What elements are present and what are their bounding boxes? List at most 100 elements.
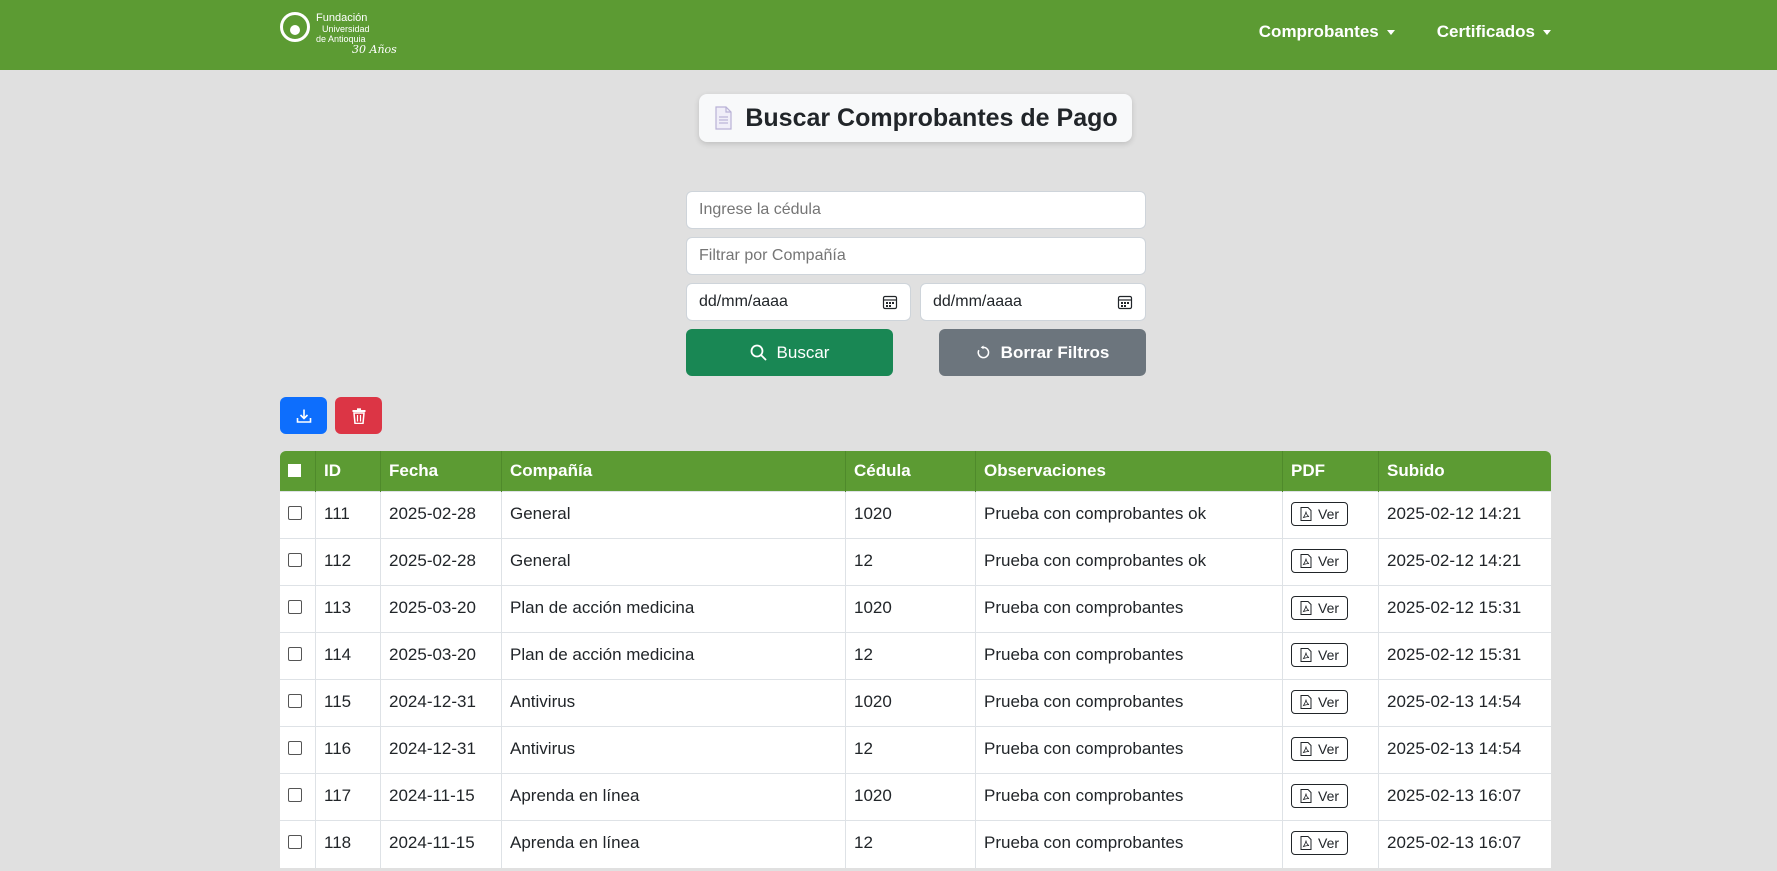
date-to-value: dd/mm/aaaa xyxy=(933,293,1022,310)
cell-id: 114 xyxy=(315,632,381,680)
cell-subido: 2025-02-12 14:21 xyxy=(1378,538,1551,586)
select-all-checkbox[interactable] xyxy=(288,463,301,477)
table-row[interactable]: 116 2024-12-31 Antivirus 12 Prueba con c… xyxy=(280,726,1551,774)
cell-fecha: 2025-02-28 xyxy=(380,538,502,586)
cell-id: 115 xyxy=(315,679,381,727)
calendar-icon[interactable] xyxy=(882,294,898,310)
row-select-cell xyxy=(280,491,316,539)
logo[interactable]: Fundación Universidad de Antioquia 30 Añ… xyxy=(280,10,400,56)
cell-compania: General xyxy=(501,538,846,586)
table-row[interactable]: 112 2025-02-28 General 12 Prueba con com… xyxy=(280,538,1551,586)
cell-observaciones: Prueba con comprobantes xyxy=(975,679,1283,727)
calendar-icon[interactable] xyxy=(1117,294,1133,310)
ver-pdf-button[interactable]: Ver xyxy=(1291,596,1349,620)
borrar-filtros-button[interactable]: Borrar Filtros xyxy=(939,329,1146,376)
caret-down-icon xyxy=(1386,29,1395,35)
header-observaciones[interactable]: Observaciones xyxy=(975,451,1283,492)
table-row[interactable]: 113 2025-03-20 Plan de acción medicina 1… xyxy=(280,585,1551,633)
date-from-input[interactable]: dd/mm/aaaa xyxy=(686,283,911,321)
pdf-file-icon xyxy=(1300,507,1312,521)
row-checkbox[interactable] xyxy=(288,553,302,567)
cell-id: 118 xyxy=(315,820,381,868)
table-body: 111 2025-02-28 General 1020 Prueba con c… xyxy=(280,491,1551,868)
cell-compania: Aprenda en línea xyxy=(501,820,846,868)
row-select-cell xyxy=(280,538,316,586)
cell-id: 117 xyxy=(315,773,381,821)
select-all-header xyxy=(280,451,316,492)
reset-icon xyxy=(977,345,989,359)
pdf-file-icon xyxy=(1300,789,1312,803)
cell-pdf: Ver xyxy=(1282,491,1379,539)
table-row[interactable]: 117 2024-11-15 Aprenda en línea 1020 Pru… xyxy=(280,773,1551,821)
ver-pdf-button[interactable]: Ver xyxy=(1291,643,1349,667)
row-checkbox[interactable] xyxy=(288,835,302,849)
row-checkbox[interactable] xyxy=(288,694,302,708)
nav-comprobantes-dropdown[interactable]: Comprobantes xyxy=(1259,22,1395,42)
download-button[interactable] xyxy=(280,397,327,434)
cell-cedula: 12 xyxy=(845,632,976,680)
download-icon xyxy=(296,409,311,423)
row-checkbox[interactable] xyxy=(288,506,302,520)
cell-fecha: 2025-03-20 xyxy=(380,585,502,633)
cell-pdf: Ver xyxy=(1282,820,1379,868)
pdf-file-icon xyxy=(1300,554,1312,568)
row-checkbox[interactable] xyxy=(288,647,302,661)
row-select-cell xyxy=(280,585,316,633)
buscar-label: Buscar xyxy=(776,342,830,362)
nav-certificados-label: Certificados xyxy=(1436,22,1535,41)
cell-compania: Antivirus xyxy=(501,726,846,774)
cell-pdf: Ver xyxy=(1282,726,1379,774)
cell-subido: 2025-02-12 14:21 xyxy=(1378,491,1551,539)
nav-comprobantes-label: Comprobantes xyxy=(1258,22,1379,41)
cell-cedula: 1020 xyxy=(845,773,976,821)
nav-certificados-dropdown[interactable]: Certificados xyxy=(1437,22,1551,42)
cell-observaciones: Prueba con comprobantes xyxy=(975,773,1283,821)
cell-id: 112 xyxy=(315,538,381,586)
cell-fecha: 2024-12-31 xyxy=(380,679,502,727)
cell-observaciones: Prueba con comprobantes ok xyxy=(975,538,1283,586)
cell-pdf: Ver xyxy=(1282,679,1379,727)
search-icon xyxy=(750,344,766,361)
header-fecha[interactable]: Fecha xyxy=(380,451,502,492)
cell-observaciones: Prueba con comprobantes xyxy=(975,585,1283,633)
nav-menu: Comprobantes Certificados xyxy=(1259,22,1551,42)
ver-label: Ver xyxy=(1318,694,1340,710)
ver-label: Ver xyxy=(1318,506,1340,522)
table-header-row: ID Fecha Compañía Cédula Observaciones P… xyxy=(280,451,1551,492)
cedula-input[interactable] xyxy=(686,191,1146,229)
page-title-card: Buscar Comprobantes de Pago xyxy=(699,94,1132,142)
compania-filter-input[interactable] xyxy=(686,237,1146,275)
cell-id: 111 xyxy=(315,491,381,539)
ver-pdf-button[interactable]: Ver xyxy=(1291,690,1349,714)
date-from-value: dd/mm/aaaa xyxy=(699,293,788,310)
ver-pdf-button[interactable]: Ver xyxy=(1291,784,1349,808)
row-checkbox[interactable] xyxy=(288,600,302,614)
header-id[interactable]: ID xyxy=(315,451,381,492)
ver-pdf-button[interactable]: Ver xyxy=(1291,737,1349,761)
borrar-label: Borrar Filtros xyxy=(1000,342,1110,362)
logo-text: Fundación Universidad de Antioquia 30 Añ… xyxy=(316,12,397,56)
ver-pdf-button[interactable]: Ver xyxy=(1291,549,1349,573)
ver-pdf-button[interactable]: Ver xyxy=(1291,502,1349,526)
page-title: Buscar Comprobantes de Pago xyxy=(745,103,1118,132)
table-row[interactable]: 115 2024-12-31 Antivirus 1020 Prueba con… xyxy=(280,679,1551,727)
cell-compania: Plan de acción medicina xyxy=(501,585,846,633)
ver-pdf-button[interactable]: Ver xyxy=(1291,831,1349,855)
table-row[interactable]: 118 2024-11-15 Aprenda en línea 12 Prueb… xyxy=(280,820,1551,868)
cell-compania: Antivirus xyxy=(501,679,846,727)
header-pdf[interactable]: PDF xyxy=(1282,451,1379,492)
header-cedula[interactable]: Cédula xyxy=(845,451,976,492)
logo-line-4: 30 Años xyxy=(352,43,397,56)
cell-subido: 2025-02-13 16:07 xyxy=(1378,820,1551,868)
header-compania[interactable]: Compañía xyxy=(501,451,846,492)
header-subido[interactable]: Subido xyxy=(1378,451,1551,492)
cell-pdf: Ver xyxy=(1282,538,1379,586)
table-row[interactable]: 114 2025-03-20 Plan de acción medicina 1… xyxy=(280,632,1551,680)
delete-button[interactable] xyxy=(335,397,382,434)
row-checkbox[interactable] xyxy=(288,741,302,755)
buscar-button[interactable]: Buscar xyxy=(686,329,893,376)
table-row[interactable]: 111 2025-02-28 General 1020 Prueba con c… xyxy=(280,491,1551,539)
cell-pdf: Ver xyxy=(1282,773,1379,821)
date-to-input[interactable]: dd/mm/aaaa xyxy=(920,283,1146,321)
row-checkbox[interactable] xyxy=(288,788,302,802)
